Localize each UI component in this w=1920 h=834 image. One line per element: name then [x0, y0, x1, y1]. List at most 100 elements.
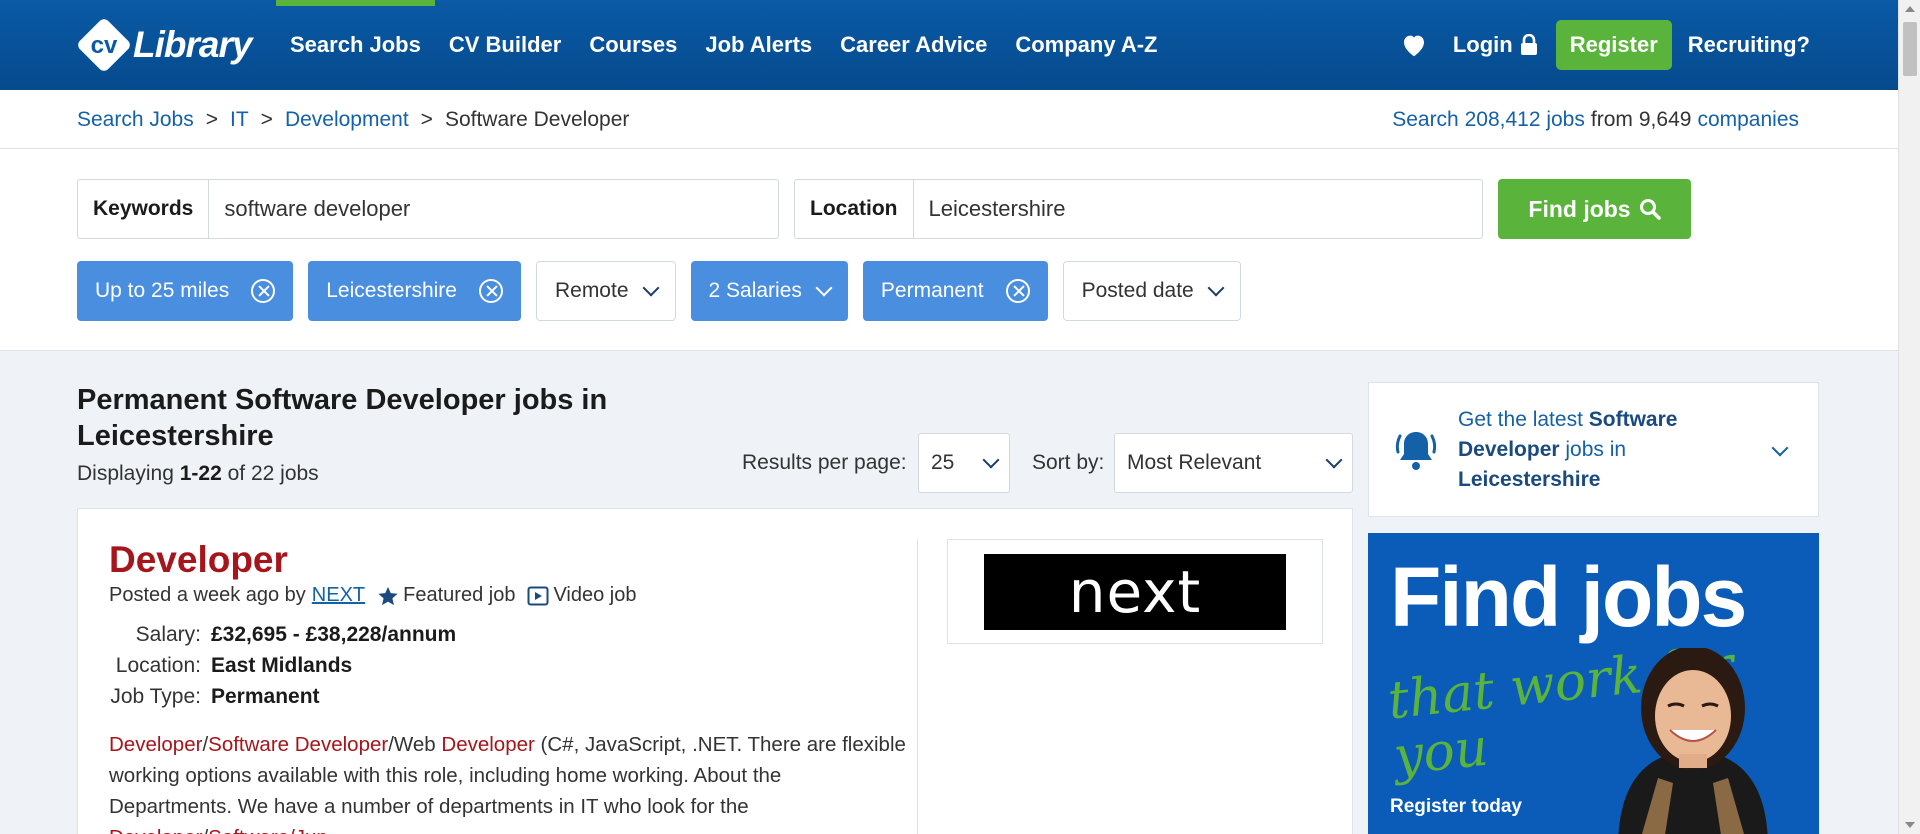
filter-chip-label: Up to 25 miles [95, 279, 230, 302]
scroll-up-arrow-icon[interactable] [1905, 6, 1915, 12]
find-jobs-label: Find jobs [1528, 195, 1631, 222]
remove-filter-icon[interactable] [1005, 279, 1030, 303]
desc-text: /Jun... [289, 826, 345, 834]
smiling-woman-image [1618, 648, 1768, 834]
nav-job-alerts[interactable]: Job Alerts [691, 0, 826, 90]
page-scrollbar[interactable] [1898, 0, 1920, 834]
filter-chip-label: Remote [554, 279, 629, 302]
filter-chip-job-type[interactable]: Permanent [862, 261, 1048, 321]
chevron-down-icon [642, 279, 659, 297]
alert-prefix: Get the latest [1458, 408, 1583, 431]
cv-library-logo[interactable]: cv Library [73, 14, 252, 76]
displaying-total: of 22 jobs [227, 462, 319, 485]
find-jobs-advert[interactable]: Find jobs that work for you Register tod… [1368, 533, 1819, 834]
desc-highlight: Software Developer [208, 733, 389, 756]
location-label: Location: [115, 654, 201, 677]
nav-company-a-z[interactable]: Company A-Z [1001, 0, 1171, 90]
nav-search-jobs[interactable]: Search Jobs [276, 0, 435, 90]
login-label: Login [1452, 32, 1513, 57]
job-details: Salary: £32,695 - £38,228/annum Location… [109, 619, 456, 712]
chevron-down-icon [1207, 279, 1225, 297]
breadcrumb-it[interactable]: IT [230, 108, 249, 132]
ad-register-cta[interactable]: Register today [1390, 796, 1522, 818]
register-button[interactable]: Register [1555, 20, 1672, 70]
breadcrumb-development[interactable]: Development [285, 108, 409, 132]
location-row: Location: East Midlands [109, 650, 456, 681]
displaying-prefix: Displaying [77, 462, 174, 485]
displaying-range: 1-22 [179, 462, 222, 485]
results-per-page-value: 25 [931, 451, 955, 474]
remove-filter-icon[interactable] [478, 279, 503, 303]
job-meta: Posted a week ago by NEXT Featured job V… [109, 584, 636, 607]
desc-highlight: Software [208, 826, 289, 834]
chevron-down-icon [815, 279, 833, 297]
filter-chip-distance[interactable]: Up to 25 miles [77, 261, 294, 321]
location-label: Location [795, 180, 914, 238]
search-icon [1639, 199, 1661, 220]
job-alert-text: Get the latest Software Developer jobs i… [1458, 405, 1748, 495]
nav-cv-builder[interactable]: CV Builder [435, 0, 575, 90]
filter-chip-label: 2 Salaries [708, 279, 802, 302]
featured-label: Featured job [403, 584, 516, 606]
sort-by-value: Most Relevant [1127, 451, 1262, 474]
video-icon [527, 586, 549, 605]
company-link[interactable]: NEXT [312, 584, 365, 607]
filter-chips: Up to 25 miles Leicestershire Remote 2 S… [77, 261, 1256, 321]
breadcrumb-bar: Search Jobs > IT > Development > Softwar… [0, 90, 1898, 149]
stats-companies-link[interactable]: companies [1697, 108, 1799, 132]
scroll-down-arrow-icon[interactable] [1905, 822, 1915, 828]
results-per-page-select[interactable]: 25 [918, 433, 1010, 493]
salary-label: Salary: [135, 623, 201, 646]
breadcrumb: Search Jobs > IT > Development > Softwar… [77, 90, 629, 149]
svg-text:cv: cv [91, 32, 118, 59]
heart-icon[interactable] [1399, 30, 1429, 60]
filter-chip-label: Leicestershire [326, 279, 457, 302]
filter-chip-label: Posted date [1081, 279, 1194, 302]
breadcrumb-search-jobs[interactable]: Search Jobs [77, 108, 194, 132]
results-title: Permanent Software Developer jobs in Lei… [77, 384, 608, 452]
results-per-page-label: Results per page: [742, 451, 907, 474]
alert-location: Leicestershire [1458, 468, 1601, 491]
results-count: Displaying 1-22 of 22 jobs [77, 462, 319, 486]
filter-dropdown-posted-date[interactable]: Posted date [1062, 261, 1241, 321]
find-jobs-button[interactable]: Find jobs [1498, 179, 1691, 239]
job-type-value: Permanent [211, 685, 320, 708]
desc-highlight: Developer [109, 733, 203, 756]
breadcrumb-separator: > [260, 107, 273, 131]
chevron-down-icon [982, 451, 1000, 469]
login-link[interactable]: Login [1453, 32, 1538, 58]
scrollbar-thumb[interactable] [1903, 22, 1917, 76]
job-card: Developer Posted a week ago by NEXT Feat… [77, 508, 1353, 834]
stats-companies-count: 9,649 [1638, 107, 1692, 131]
location-field: Location [794, 179, 1483, 239]
nav-courses[interactable]: Courses [575, 0, 691, 90]
cv-logo-icon: cv [73, 14, 135, 76]
job-alert-box[interactable]: Get the latest Software Developer jobs i… [1368, 382, 1819, 517]
breadcrumb-current: Software Developer [444, 107, 630, 131]
search-panel: Keywords Location Find jobs Up to 25 mil… [0, 149, 1898, 351]
breadcrumb-separator: > [420, 107, 433, 131]
filter-dropdown-salaries[interactable]: 2 Salaries [690, 261, 848, 321]
site-stats: Search 208,412 jobs from 9,649 companies [1392, 90, 1799, 149]
stats-jobs-link[interactable]: 208,412 jobs [1465, 108, 1585, 132]
location-input[interactable] [913, 180, 1482, 238]
alert-mid: jobs in [1565, 438, 1627, 461]
desc-highlight: Developer [441, 733, 535, 756]
filter-dropdown-remote[interactable]: Remote [535, 261, 676, 321]
filter-chip-label: Permanent [880, 279, 984, 302]
recruiting-link[interactable]: Recruiting? [1688, 32, 1810, 58]
stats-from: from [1590, 107, 1633, 131]
top-navigation-bar: cv Library Search Jobs CV Builder Course… [0, 0, 1898, 90]
keywords-input[interactable] [209, 180, 778, 238]
sort-by-label: Sort by: [1032, 451, 1105, 474]
company-logo-box[interactable]: next [947, 539, 1323, 644]
nav-career-advice[interactable]: Career Advice [826, 0, 1001, 90]
desc-highlight: Developer [109, 826, 202, 834]
filter-chip-location[interactable]: Leicestershire [308, 261, 521, 321]
posted-text: Posted a week ago by [109, 584, 306, 606]
remove-filter-icon[interactable] [251, 279, 276, 303]
account-nav: Login Register Recruiting? [1399, 0, 1810, 90]
sort-by-select[interactable]: Most Relevant [1114, 433, 1353, 493]
chevron-down-icon[interactable] [1771, 439, 1789, 457]
job-title-link[interactable]: Developer [109, 539, 288, 581]
